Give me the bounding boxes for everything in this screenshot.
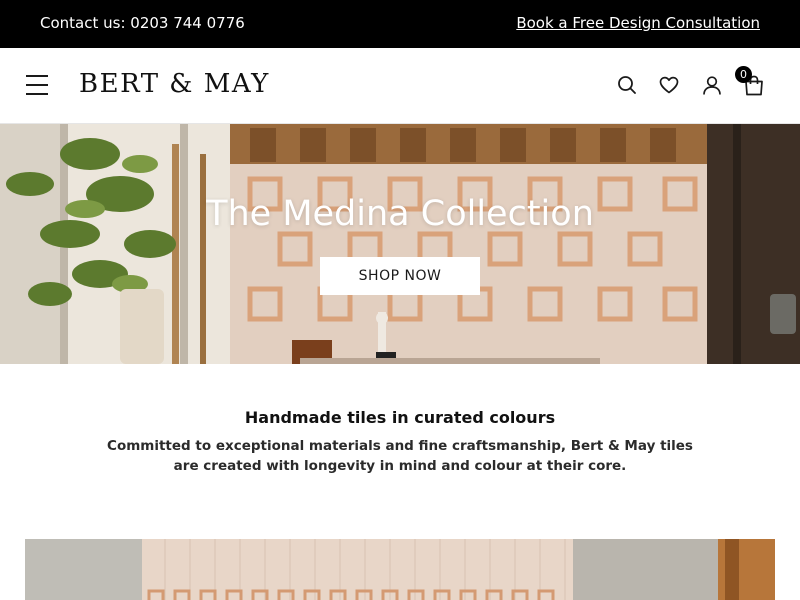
intro-heading: Handmade tiles in curated colours [244, 408, 556, 427]
hero-title: The Medina Collection [206, 194, 594, 234]
collection-image[interactable] [25, 539, 775, 600]
user-icon[interactable] [701, 74, 723, 96]
search-icon[interactable] [616, 74, 638, 96]
hero-image [0, 124, 800, 364]
site-header: BERT & MAY [0, 48, 800, 124]
intro-paragraph: Committed to exceptional materials and f… [107, 438, 693, 474]
cart-count-badge: 0 [735, 66, 752, 83]
heart-icon[interactable] [658, 74, 680, 96]
top-bar: Contact us: 0203 744 0776 Book a Free De… [0, 0, 800, 48]
brand-logo[interactable]: BERT & MAY [79, 69, 270, 99]
contact-phone[interactable]: Contact us: 0203 744 0776 [40, 14, 245, 32]
shop-now-button[interactable]: SHOP NOW [320, 257, 480, 295]
hero-banner[interactable]: The Medina Collection SHOP NOW [0, 124, 800, 364]
menu-icon[interactable] [26, 75, 48, 95]
book-consultation-link[interactable]: Book a Free Design Consultation [516, 14, 760, 32]
tile-wall-photo [25, 539, 775, 600]
